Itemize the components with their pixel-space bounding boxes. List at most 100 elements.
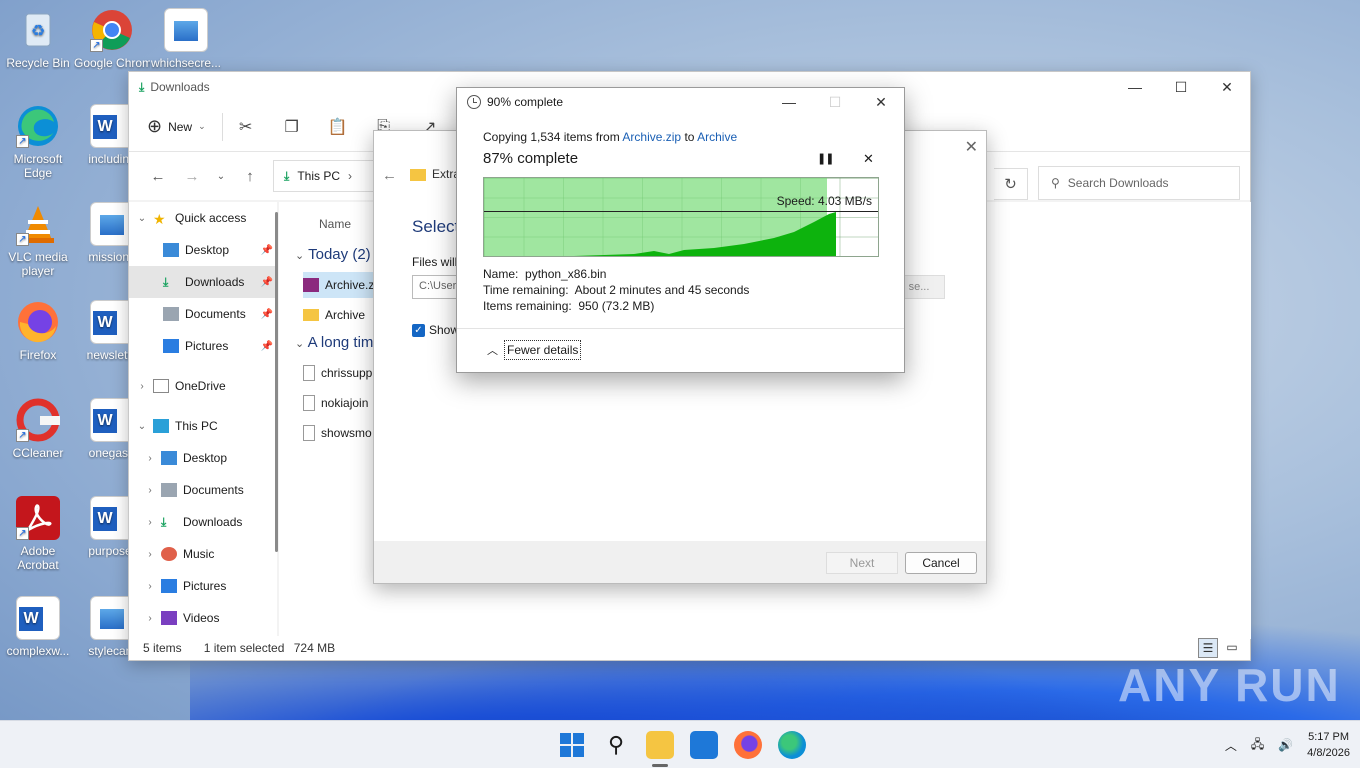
destination-link[interactable]: Archive <box>697 130 737 144</box>
close-button[interactable]: ✕ <box>858 88 904 116</box>
fewer-details-button[interactable]: Fewer details <box>504 340 582 360</box>
chevron-right-icon: › <box>148 484 152 496</box>
desktop-icon-image-file[interactable]: whichsecre... <box>148 8 224 70</box>
download-icon: ⤓ <box>163 275 169 289</box>
pictures-icon <box>161 579 177 593</box>
chevron-right-icon: › <box>148 548 152 560</box>
minimize-button[interactable]: — <box>1112 72 1158 102</box>
next-button[interactable]: Next <box>826 552 898 574</box>
pin-icon: 📌 <box>260 276 273 288</box>
desktop-icon-ccleaner[interactable]: ↗ CCleaner <box>0 398 76 460</box>
details-view-icon[interactable]: ☰ <box>1198 638 1218 658</box>
file-row[interactable]: chrissupp <box>303 360 383 386</box>
download-icon: ⤓ <box>161 515 167 529</box>
pause-button[interactable]: ❚❚ <box>817 152 834 165</box>
search-icon[interactable]: ⚲ <box>602 731 630 759</box>
forward-icon[interactable]: → <box>175 168 209 185</box>
nav-pictures[interactable]: › Pictures <box>129 570 277 602</box>
nav-downloads-quick[interactable]: ⤓ Downloads 📌 <box>129 266 277 298</box>
speed-label: Speed: 4.03 MB/s <box>776 194 872 208</box>
column-header-name[interactable]: Name <box>319 217 351 231</box>
nav-downloads[interactable]: › ⤓ Downloads <box>129 506 277 538</box>
desktop-icon-acrobat[interactable]: ↗ Adobe Acrobat <box>0 496 76 572</box>
file-explorer-taskbar-icon[interactable] <box>646 731 674 767</box>
up-icon[interactable]: ↑ <box>233 168 267 185</box>
nav-quick-access[interactable]: ⌄ ★ Quick access <box>129 202 277 234</box>
paste-icon[interactable]: 📋 <box>315 117 361 137</box>
desktop-icon-vlc[interactable]: ↗ VLC media player <box>0 202 76 278</box>
cut-icon[interactable]: ✂ <box>223 117 269 137</box>
clock[interactable]: 5:17 PM 4/8/2026 <box>1307 729 1350 761</box>
source-link[interactable]: Archive.zip <box>622 130 681 144</box>
file-row[interactable]: nokiajoin <box>303 390 383 416</box>
search-placeholder: Search Downloads <box>1067 176 1169 190</box>
copy-dialog-title-bar[interactable]: 90% complete — ☐ ✕ <box>457 88 904 116</box>
speed-history-chart <box>574 212 836 256</box>
cancel-button[interactable]: Cancel <box>905 552 977 574</box>
back-icon[interactable]: ← <box>382 167 397 184</box>
breadcrumb[interactable]: This PC <box>297 169 340 183</box>
chevron-down-icon: ⌄ <box>295 338 305 350</box>
nav-desktop[interactable]: › Desktop <box>129 442 277 474</box>
new-button[interactable]: ⊕ New ⌄ <box>147 112 223 141</box>
maximize-button[interactable]: ☐ <box>812 88 858 116</box>
desktop-icon-firefox[interactable]: Firefox <box>0 300 76 362</box>
group-header-long-time[interactable]: ⌄ A long tim <box>295 334 373 351</box>
desktop-icon-edge[interactable]: ↗ Microsoft Edge <box>0 104 76 180</box>
start-button[interactable] <box>558 731 586 759</box>
firefox-taskbar-icon[interactable] <box>734 731 762 759</box>
pictures-icon <box>163 339 179 353</box>
taskbar: ⚲ ︿ 🖧 🔊 5:17 PM 4/8/2026 <box>0 720 1360 768</box>
refresh-button[interactable]: ↻ <box>994 168 1028 200</box>
chevron-right-icon: › <box>148 452 152 464</box>
firefox-icon <box>16 300 60 344</box>
nav-videos[interactable]: › Videos <box>129 602 277 634</box>
back-icon[interactable]: ← <box>141 168 175 185</box>
desktop-icon-chrome[interactable]: ↗ Google Chrome <box>74 8 150 70</box>
volume-icon[interactable]: 🔊 <box>1278 738 1293 752</box>
image-file-icon <box>303 365 315 381</box>
close-button[interactable]: ✕ <box>1204 72 1250 102</box>
copy-summary: Copying 1,534 items from Archive.zip to … <box>483 130 738 144</box>
group-header-today[interactable]: ⌄ Today (2) <box>295 246 371 263</box>
nav-music[interactable]: › Music <box>129 538 277 570</box>
recent-chevron-icon[interactable]: ⌄ <box>209 171 233 182</box>
file-row[interactable]: Archive.zi <box>303 272 383 298</box>
maximize-button[interactable]: ☐ <box>1158 72 1204 102</box>
desktop-icon-word-doc-5[interactable]: complexw... <box>0 596 76 658</box>
explorer-title: Downloads <box>150 80 210 94</box>
store-icon[interactable] <box>690 731 718 759</box>
close-icon[interactable]: ✕ <box>965 137 978 157</box>
fewer-details-toggle[interactable]: ︿ Fewer details <box>487 340 582 360</box>
extract-heading: Select <box>412 217 460 236</box>
search-input[interactable]: ⚲ Search Downloads <box>1038 166 1240 200</box>
nav-scrollbar[interactable] <box>275 212 278 552</box>
desktop-icon-recycle-bin[interactable]: ♻ Recycle Bin <box>0 8 76 70</box>
pin-icon: 📌 <box>260 244 273 256</box>
chevron-up-icon[interactable]: ︿ <box>1225 737 1237 754</box>
edge-taskbar-icon[interactable] <box>778 731 806 759</box>
nav-onedrive[interactable]: › OneDrive <box>129 370 277 402</box>
nav-pictures-quick[interactable]: Pictures 📌 <box>129 330 277 362</box>
chevron-down-icon: ⌄ <box>137 420 147 432</box>
copy-icon[interactable]: ❐ <box>269 117 315 137</box>
chevron-right-icon: › <box>148 612 152 624</box>
cancel-copy-button[interactable]: ✕ <box>863 151 874 167</box>
address-bar[interactable]: ⤓ This PC › <box>273 160 383 192</box>
show-files-checkbox[interactable]: ✓ Show <box>412 323 459 337</box>
current-file-name: Name: python_x86.bin <box>483 267 607 281</box>
dialog-footer: Next Cancel <box>374 541 986 583</box>
edge-icon: ↗ <box>16 104 60 148</box>
minimize-button[interactable]: — <box>766 88 812 116</box>
nav-documents-quick[interactable]: Documents 📌 <box>129 298 277 330</box>
copy-progress-dialog: 90% complete — ☐ ✕ Copying 1,534 items f… <box>456 87 905 373</box>
nav-this-pc[interactable]: ⌄ This PC <box>129 410 277 442</box>
network-icon[interactable]: 🖧 <box>1251 735 1264 756</box>
file-row[interactable]: showsmo <box>303 420 383 446</box>
items-remaining: Items remaining: 950 (73.2 MB) <box>483 299 655 313</box>
nav-desktop-quick[interactable]: Desktop 📌 <box>129 234 277 266</box>
nav-documents[interactable]: › Documents <box>129 474 277 506</box>
file-row[interactable]: Archive <box>303 302 383 328</box>
chevron-right-icon: › <box>348 169 352 183</box>
tiles-view-icon[interactable]: ▭ <box>1222 638 1242 658</box>
